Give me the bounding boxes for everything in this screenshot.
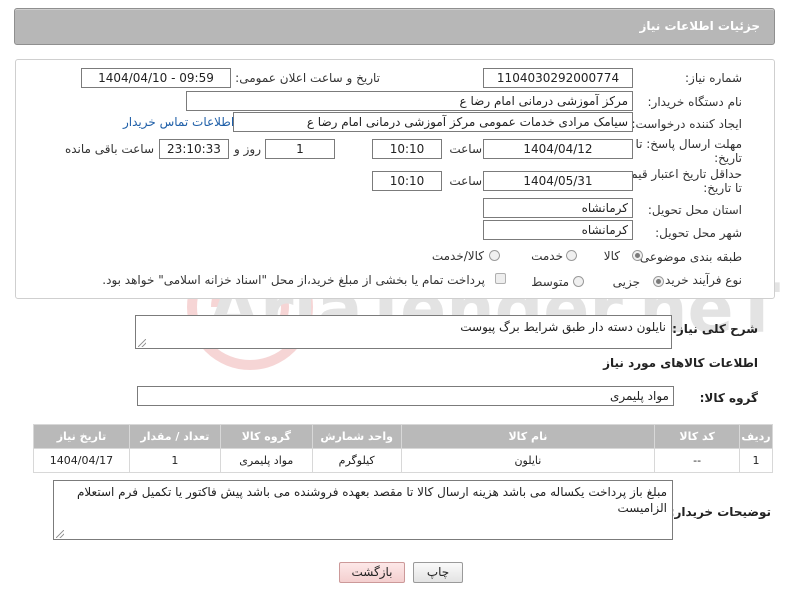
category-option-goods: کالا [603, 249, 620, 263]
city-label: شهر محل تحویل: [655, 226, 742, 240]
category-radio-service[interactable] [566, 250, 577, 261]
category-radio-goods[interactable] [632, 250, 643, 261]
remaining-time-field: 23:10:33 [159, 139, 229, 159]
col-name: نام کالا [400, 424, 656, 449]
treasury-payment-note: پرداخت تمام یا بخشی از مبلغ خرید،از محل … [102, 273, 485, 287]
process-label: نوع فرآیند خرید : [657, 273, 742, 287]
description-text: نایلون دسته دار طبق شرایط برگ پیوست [460, 320, 666, 334]
process-option-minor: جزیی [612, 275, 640, 289]
cell-date: 1404/04/17 [33, 448, 130, 473]
col-qty: تعداد / مقدار [128, 424, 221, 449]
goods-section-title: اطلاعات کالاهای مورد نیاز [603, 356, 758, 370]
buyer-notes-text: مبلغ باز پرداخت یکساله می باشد هزینه ارس… [76, 485, 667, 515]
print-button[interactable]: چاپ [413, 562, 463, 583]
description-label: شرح کلی نیاز: [672, 322, 758, 336]
category-option-goods-service: کالا/خدمت [431, 249, 484, 263]
deadline-date-field: 1404/04/12 [483, 139, 633, 159]
buyer-label: نام دستگاه خریدار: [647, 95, 743, 109]
table-row: 1 -- نایلون کیلوگرم مواد پلیمری 1 1404/0… [33, 448, 773, 473]
announce-label: تاریخ و ساعت اعلان عمومی: [235, 71, 380, 85]
buyer-notes-label: توضیحات خریدار: [669, 505, 771, 519]
cell-name: نایلون [400, 448, 656, 473]
table-header-row: ردیف کد کالا نام کالا واحد شمارش گروه کا… [33, 424, 773, 449]
price-validity-date-label: تا تاریخ: [703, 181, 742, 195]
category-label: طبقه بندی موضوعی: [635, 250, 742, 264]
need-number-label: شماره نیاز: [685, 71, 742, 85]
goods-group-label: گروه کالا: [699, 391, 758, 405]
process-option-medium: متوسط [531, 275, 569, 289]
price-validity-date-field: 1404/05/31 [483, 171, 633, 191]
deadline-date-label: تاریخ: [714, 151, 742, 165]
back-button[interactable]: بازگشت [339, 562, 405, 583]
process-radio-minor[interactable] [653, 276, 664, 287]
goods-table: ردیف کد کالا نام کالا واحد شمارش گروه کا… [33, 424, 773, 473]
resize-handle[interactable] [138, 339, 146, 347]
creator-label: ایجاد کننده درخواست: [631, 117, 742, 131]
deadline-time-field: 10:10 [372, 139, 442, 159]
announce-datetime-field: 1404/04/10 - 09:59 [81, 68, 231, 88]
process-radio-medium[interactable] [573, 276, 584, 287]
price-validity-time-field: 10:10 [372, 171, 442, 191]
buyer-notes-textarea[interactable]: مبلغ باز پرداخت یکساله می باشد هزینه ارس… [53, 480, 673, 540]
page-title: جزئیات اطلاعات نیاز [639, 19, 760, 33]
description-textarea[interactable]: نایلون دسته دار طبق شرایط برگ پیوست [135, 315, 672, 349]
cell-code: -- [654, 448, 741, 473]
buyer-field: مرکز آموزشی درمانی امام رضا ع [186, 91, 633, 111]
cell-group: مواد پلیمری [219, 448, 313, 473]
city-field: کرمانشاه [483, 220, 633, 240]
days-label: روز و [234, 142, 261, 156]
goods-group-field: مواد پلیمری [137, 386, 674, 406]
price-validity-label: حداقل تاریخ اعتبار قیمت: [615, 167, 742, 181]
province-label: استان محل تحویل: [647, 203, 742, 217]
category-radio-goods-service[interactable] [489, 250, 500, 261]
days-remaining-field: 1 [265, 139, 335, 159]
creator-field: سیامک مرادی خدمات عمومی مرکز آموزشی درما… [233, 112, 633, 132]
resize-handle[interactable] [56, 530, 64, 538]
col-date: تاریخ نیاز [33, 424, 130, 449]
remaining-label: ساعت باقی مانده [64, 142, 154, 156]
province-field: کرمانشاه [483, 198, 633, 218]
price-validity-time-label: ساعت [449, 174, 482, 188]
cell-row: 1 [739, 448, 773, 473]
category-option-service: خدمت [531, 249, 563, 263]
buyer-contact-link[interactable]: اطلاعات تماس خریدار [123, 115, 234, 129]
col-row: ردیف [739, 424, 773, 449]
col-code: کد کالا [654, 424, 741, 449]
page-header: جزئیات اطلاعات نیاز [14, 8, 775, 45]
col-group: گروه کالا [219, 424, 313, 449]
need-number-field: 1104030292000774 [483, 68, 633, 88]
deadline-time-label: ساعت [449, 142, 482, 156]
treasury-payment-checkbox[interactable] [495, 273, 506, 284]
col-unit: واحد شمارش [311, 424, 402, 449]
cell-unit: کیلوگرم [311, 448, 402, 473]
cell-qty: 1 [128, 448, 221, 473]
deadline-label: مهلت ارسال پاسخ: تا [635, 137, 742, 151]
